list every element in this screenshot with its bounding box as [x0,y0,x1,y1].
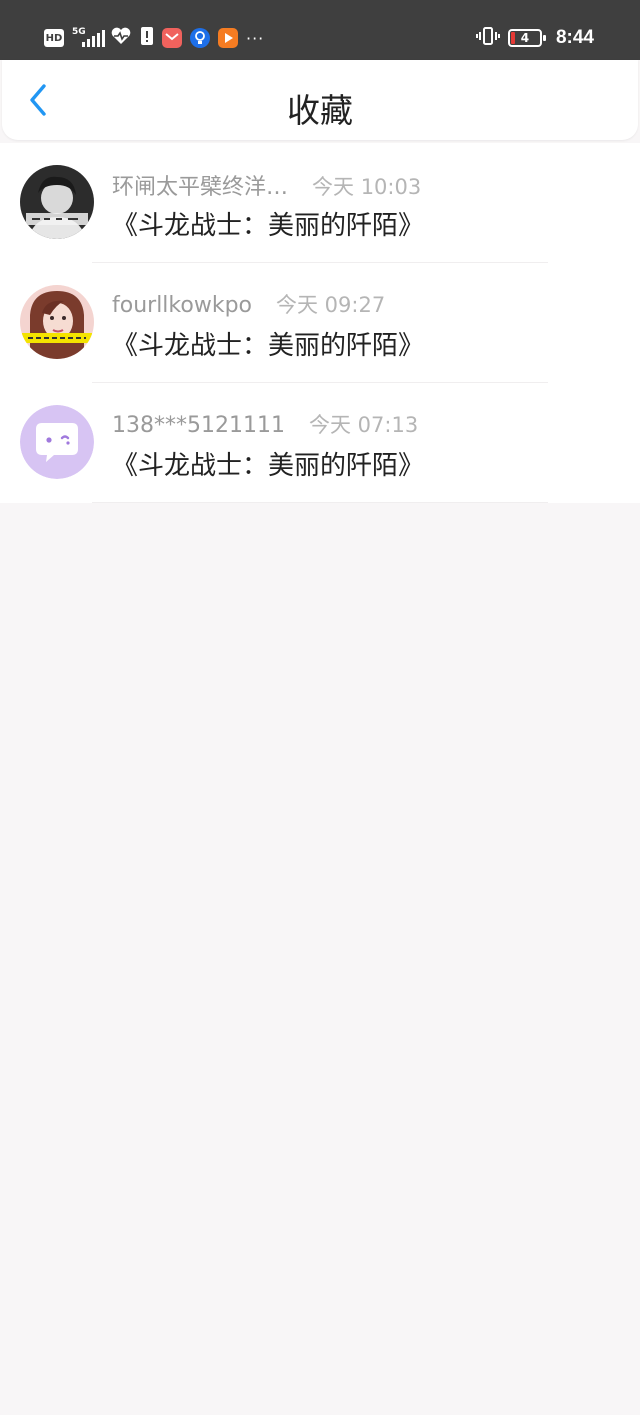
timestamp: 今天 07:13 [308,413,419,437]
status-right: 4 8:44 [475,26,594,50]
favorite-item[interactable]: 138***5121111 今天 07:13 《斗龙战士：美丽的阡陌》 [0,383,640,503]
avatar[interactable] [20,165,94,239]
favorites-list: 环闸太平檗终洋… 今天 10:03 《斗龙战士：美丽的阡陌》 fourllkow… [0,143,640,503]
book-title: 《斗龙战士：美丽的阡陌》 [112,331,425,361]
status-bar: HD 5G ··· 4 8:44 [0,0,640,60]
avatar[interactable] [20,405,94,479]
item-meta: 环闸太平檗终洋… 今天 10:03 [112,169,421,201]
book-title: 《斗龙战士：美丽的阡陌》 [112,211,425,241]
battery-icon: 4 [507,29,546,47]
item-meta: fourllkowkpo 今天 09:27 [112,289,385,319]
signal-5g-icon: 5G [72,27,105,49]
vibrate-icon [475,26,500,50]
username: fourllkowkpo [112,293,252,318]
bulb-app-icon [190,28,210,48]
username: 138***5121111 [112,413,285,438]
sim-alert-icon [140,26,154,50]
favorite-item[interactable]: fourllkowkpo 今天 09:27 《斗龙战士：美丽的阡陌》 [0,263,640,383]
username: 环闸太平檗终洋… [112,175,289,200]
hd-icon: HD [44,29,64,47]
more-notifications-icon: ··· [246,28,265,48]
favorite-item[interactable]: 环闸太平檗终洋… 今天 10:03 《斗龙战士：美丽的阡陌》 [0,143,640,263]
page-title: 收藏 [287,91,353,130]
book-title: 《斗龙战士：美丽的阡陌》 [112,451,425,481]
divider [92,502,548,503]
clock: 8:44 [555,27,594,48]
timestamp: 今天 10:03 [312,175,422,199]
avatar[interactable] [20,285,94,359]
item-meta: 138***5121111 今天 07:13 [112,409,418,439]
play-app-icon [218,28,238,48]
mail-app-icon [162,28,182,48]
timestamp: 今天 09:27 [276,293,386,317]
battery-level: 4 [520,31,530,45]
header-bar: 收藏 [2,60,638,140]
health-heart-icon [110,26,132,50]
status-left: HD 5G ··· [44,26,264,50]
